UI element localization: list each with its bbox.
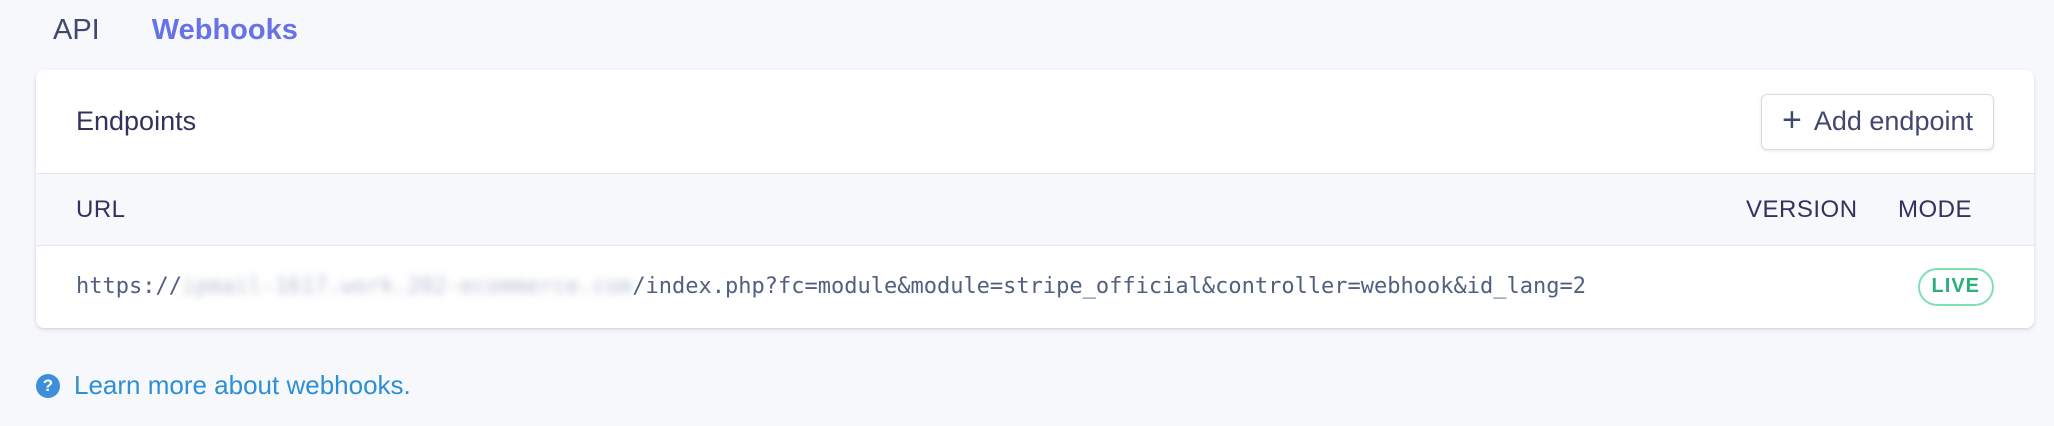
endpoints-card: Endpoints + Add endpoint URL VERSION MOD… <box>36 70 2034 328</box>
learn-more-text: Learn more about webhooks. <box>74 370 411 400</box>
column-header-version: VERSION <box>1746 195 1858 223</box>
add-endpoint-button[interactable]: + Add endpoint <box>1761 93 1994 150</box>
table-row[interactable]: https:// ipmail-1617.work.202-ecommerce.… <box>36 246 2034 327</box>
card-header: Endpoints + Add endpoint <box>36 70 2034 174</box>
column-header-mode: MODE <box>1898 195 1972 223</box>
url-prefix: https:// <box>76 274 182 299</box>
endpoint-url[interactable]: https:// ipmail-1617.work.202-ecommerce.… <box>76 274 1746 299</box>
card-title: Endpoints <box>76 106 197 136</box>
plus-icon: + <box>1782 101 1802 139</box>
add-endpoint-label: Add endpoint <box>1813 106 1973 136</box>
live-mode-badge: LIVE <box>1917 267 1994 306</box>
column-header-url: URL <box>76 195 126 223</box>
learn-more-link[interactable]: ? Learn more about webhooks. <box>36 370 411 401</box>
question-circle-icon: ? <box>36 373 60 398</box>
url-host-redacted: ipmail-1617.work.202-ecommerce.com <box>181 274 633 299</box>
tab-api[interactable]: API <box>53 14 100 47</box>
url-path: /index.php?fc=module&module=stripe_offic… <box>632 274 1586 299</box>
tab-webhooks[interactable]: Webhooks <box>152 14 298 47</box>
tab-bar: API Webhooks <box>53 10 298 50</box>
endpoint-mode: LIVE <box>1898 267 1994 306</box>
table-header-row: URL VERSION MODE <box>36 174 2034 246</box>
